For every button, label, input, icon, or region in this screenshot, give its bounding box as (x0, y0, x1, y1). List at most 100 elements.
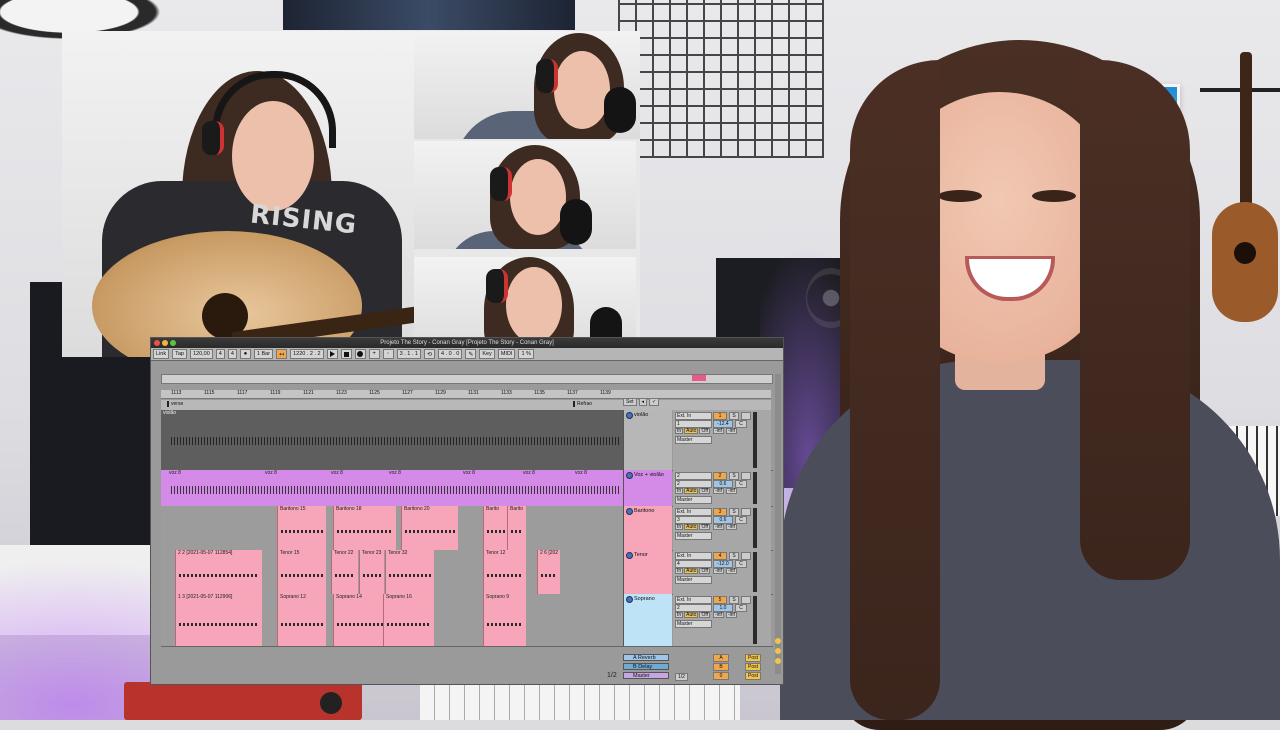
pan-knob[interactable]: C (735, 516, 747, 524)
track-lane[interactable]: 2 2 [2021-05-07 112854] Tenor 15 Tenor 2… (161, 550, 623, 594)
send-values[interactable]: -inf -inf (713, 428, 743, 434)
track-lane[interactable]: 1 3 [2021-05-07 112906] Soprano 12 Sopra… (161, 594, 623, 646)
send-values[interactable]: -inf -inf (713, 488, 743, 494)
input-channel-select[interactable]: 4 (675, 560, 712, 568)
solo-button[interactable]: S (729, 508, 739, 516)
audio-clip[interactable]: Barito (507, 506, 526, 550)
return-track-name[interactable]: A Reverb (623, 654, 669, 661)
audio-clip[interactable]: Tenor 23 (359, 550, 384, 594)
crossfade-b-icon[interactable] (775, 648, 781, 654)
audio-clip[interactable]: Soprano 14 (333, 594, 386, 646)
arm-button[interactable] (741, 472, 751, 480)
monitor-switch[interactable]: In Auto Off (675, 488, 711, 494)
audio-clip[interactable]: Baritono 15 (277, 506, 326, 550)
track-lane[interactable]: Baritono 15 Baritono 18 Baritono 20 Bari… (161, 506, 623, 550)
pan-knob[interactable]: C (735, 480, 747, 488)
arm-button[interactable] (741, 596, 751, 604)
play-button[interactable] (326, 349, 338, 359)
tempo-field[interactable]: 120,00 (189, 349, 213, 359)
volume-field[interactable]: 0.6 (713, 516, 733, 524)
input-channel-select[interactable]: 3 (675, 516, 712, 524)
audio-clip[interactable]: Baritono 18 (333, 506, 396, 550)
crossfade-master-icon[interactable] (775, 658, 781, 664)
audio-clip[interactable]: 2 2 [2021-05-07 112854] (175, 550, 262, 594)
close-window-button[interactable] (154, 340, 160, 346)
return-post-button[interactable]: Post (745, 663, 761, 671)
return-track-name[interactable]: B Delay (623, 663, 669, 670)
track-lane[interactable]: violão (161, 410, 623, 470)
master-activator[interactable]: 0 (713, 672, 729, 680)
pan-knob[interactable]: C (735, 604, 747, 612)
loop-switch-icon[interactable]: ⟲ (423, 349, 435, 359)
volume-field[interactable]: -12.4 (713, 420, 733, 428)
track-header[interactable]: Voz + violão (623, 470, 672, 506)
audio-clip[interactable]: 1 3 [2021-05-07 112906] (175, 594, 262, 646)
solo-button[interactable]: S (729, 552, 739, 560)
output-select[interactable]: Master (675, 620, 712, 628)
audio-clip[interactable]: Baritono 20 (401, 506, 458, 550)
volume-field[interactable]: 1.0 (713, 604, 733, 612)
solo-button[interactable]: S (729, 596, 739, 604)
input-type-select[interactable]: 2 (675, 472, 712, 480)
audio-clip[interactable]: Tenor 22 (331, 550, 358, 594)
beat-time-ruler[interactable]: 1113 1115 1117 1119 1121 1123 1125 1127 … (161, 390, 771, 399)
arm-button[interactable] (741, 552, 751, 560)
maximize-window-button[interactable] (170, 340, 176, 346)
draw-mode-icon[interactable]: ✎ (465, 349, 477, 359)
track-activator-icon[interactable] (626, 552, 633, 559)
metronome-icon[interactable]: ● (239, 349, 251, 359)
track-header[interactable]: violão (623, 410, 672, 470)
input-channel-select[interactable]: 1 (675, 420, 712, 428)
monitor-switch[interactable]: In Auto Off (675, 524, 711, 530)
track-activator-number[interactable]: 1 (713, 412, 727, 420)
minimize-window-button[interactable] (162, 340, 168, 346)
time-sig-denominator[interactable]: 4 (227, 349, 237, 359)
input-type-select[interactable]: Ext. In (675, 552, 712, 560)
track-activator-icon[interactable] (626, 472, 633, 479)
input-channel-select[interactable]: 2 (675, 480, 712, 488)
master-post-button[interactable]: Post (745, 672, 761, 680)
tap-tempo-button[interactable]: Tap (172, 349, 187, 359)
track-name[interactable]: Voz + violão (634, 472, 664, 478)
return-activator[interactable]: A (713, 654, 729, 662)
track-activator-icon[interactable] (626, 596, 633, 603)
track-activator-number[interactable]: 5 (713, 596, 727, 604)
locator-lane[interactable]: verse Refrao (161, 400, 771, 410)
volume-field[interactable]: 0.6 (713, 480, 733, 488)
link-button[interactable]: Link (153, 349, 170, 359)
track-lane[interactable]: voz 8 voz 8 voz 8 voz 8 voz 8 voz 8 voz … (161, 470, 623, 506)
audio-clip[interactable]: Tenor 12 (483, 550, 526, 594)
output-select[interactable]: Master (675, 576, 712, 584)
master-track-name[interactable]: Master (623, 672, 669, 679)
track-activator-icon[interactable] (626, 412, 633, 419)
monitor-switch[interactable]: In Auto Off (675, 428, 711, 434)
track-header[interactable]: Baritono (623, 506, 672, 550)
arrangement-position[interactable]: 1220 . 2 . 2 (290, 349, 324, 359)
locator-verse[interactable]: verse (167, 401, 183, 407)
track-activator-icon[interactable] (626, 508, 633, 515)
send-values[interactable]: -inf -inf (713, 612, 743, 618)
track-header[interactable]: Tenor (623, 550, 672, 594)
insert-marker-icon[interactable]: ◂ (638, 398, 648, 406)
pan-knob[interactable]: C (735, 420, 747, 428)
loop-length-field[interactable]: 4 . 0 . 0 (437, 349, 463, 359)
quantize-menu[interactable]: 1 Bar (253, 349, 274, 359)
input-type-select[interactable]: Ext. In (675, 412, 712, 420)
audio-clip[interactable]: Soprano 9 (483, 594, 526, 646)
overdub-icon[interactable]: + (368, 349, 380, 359)
audio-clip[interactable]: Tenor 32 (385, 550, 434, 594)
track-activator-number[interactable]: 4 (713, 552, 727, 560)
vertical-scrollbar[interactable] (775, 374, 781, 674)
follow-icon[interactable]: ↤ (276, 349, 288, 359)
output-select[interactable]: Master (675, 496, 712, 504)
input-type-select[interactable]: Ext. In (675, 508, 712, 516)
return-post-button[interactable]: Post (745, 654, 761, 662)
key-map-button[interactable]: Key (479, 349, 495, 359)
output-select[interactable]: Master (675, 532, 712, 540)
track-name[interactable]: Baritono (634, 508, 655, 514)
track-voz-violao[interactable]: voz 8 voz 8 voz 8 voz 8 voz 8 voz 8 voz … (161, 470, 773, 507)
track-header[interactable]: Soprano (623, 594, 672, 646)
audio-clip[interactable]: Soprano 16 (383, 594, 434, 646)
audio-clip[interactable]: Tenor 15 (277, 550, 326, 594)
input-channel-select[interactable]: 2 (675, 604, 712, 612)
